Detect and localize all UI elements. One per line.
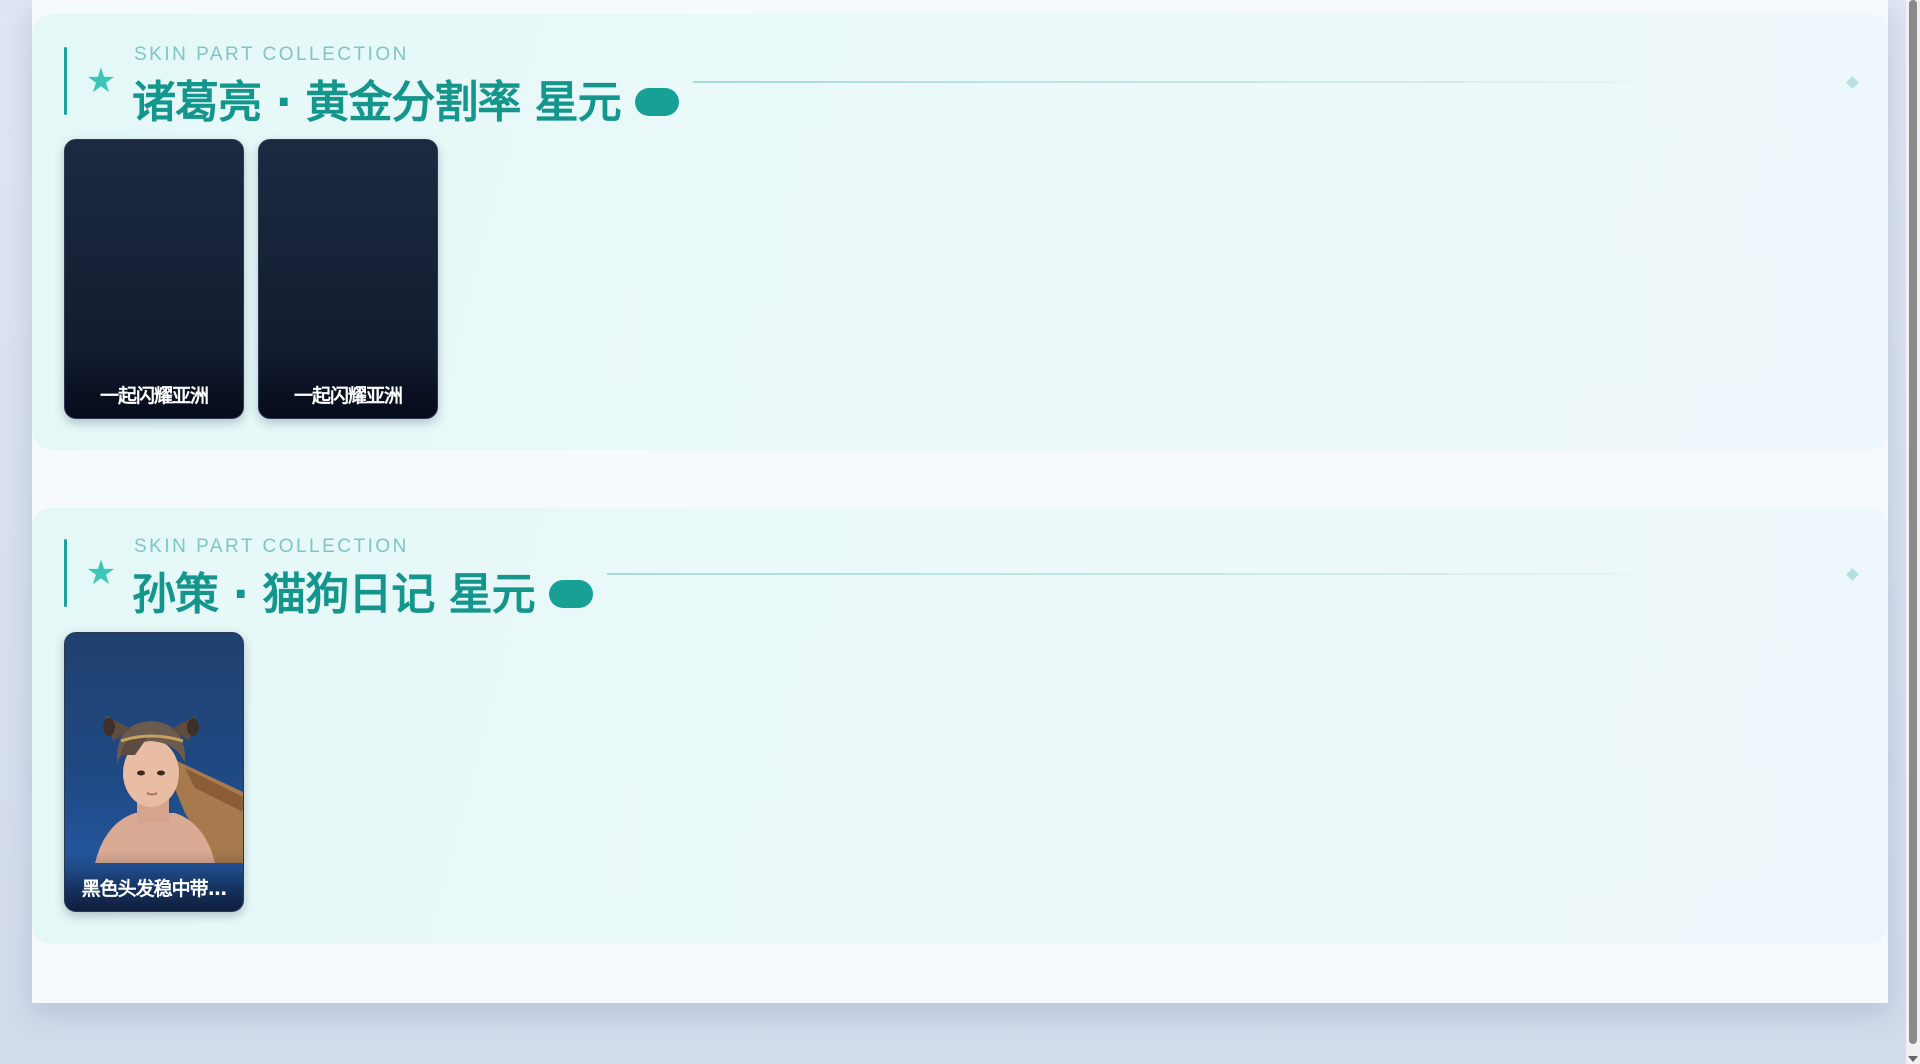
vertical-scrollbar[interactable] <box>1906 0 1920 1064</box>
skin-part-card[interactable]: 一起闪耀亚洲 <box>64 139 244 419</box>
section-title: 诸葛亮 · 黄金分割率 星元 <box>132 66 679 130</box>
section-title-text: 孙策 · 猫狗日记 星元 <box>132 569 536 620</box>
count-badge <box>634 88 679 116</box>
card-label: 黑色头发稳中带... <box>81 878 228 900</box>
section-subtitle: SKIN PART COLLECTION <box>134 44 409 65</box>
section-divider <box>607 573 1697 575</box>
star-icon: ★ <box>85 61 117 101</box>
count-badge <box>548 580 593 608</box>
section-subtitle: SKIN PART COLLECTION <box>134 536 409 557</box>
section-title-text: 诸葛亮 · 黄金分割率 星元 <box>132 77 622 128</box>
star-icon: ★ <box>85 553 117 593</box>
scroll-down-arrow-icon[interactable] <box>1908 1056 1918 1062</box>
scrollbar-thumb[interactable] <box>1909 0 1917 1044</box>
skin-part-card[interactable]: 一起闪耀亚洲 <box>258 139 438 419</box>
section-title: 孙策 · 猫狗日记 星元 <box>132 558 593 622</box>
section-divider <box>693 81 1693 83</box>
character-portrait-image <box>95 715 243 863</box>
skin-part-card[interactable]: 黑色头发稳中带... <box>64 632 244 912</box>
card-label: 一起闪耀亚洲 <box>99 385 209 407</box>
section-accent-bar <box>64 539 67 607</box>
section-accent-bar <box>64 47 67 115</box>
card-label: 一起闪耀亚洲 <box>293 385 403 407</box>
